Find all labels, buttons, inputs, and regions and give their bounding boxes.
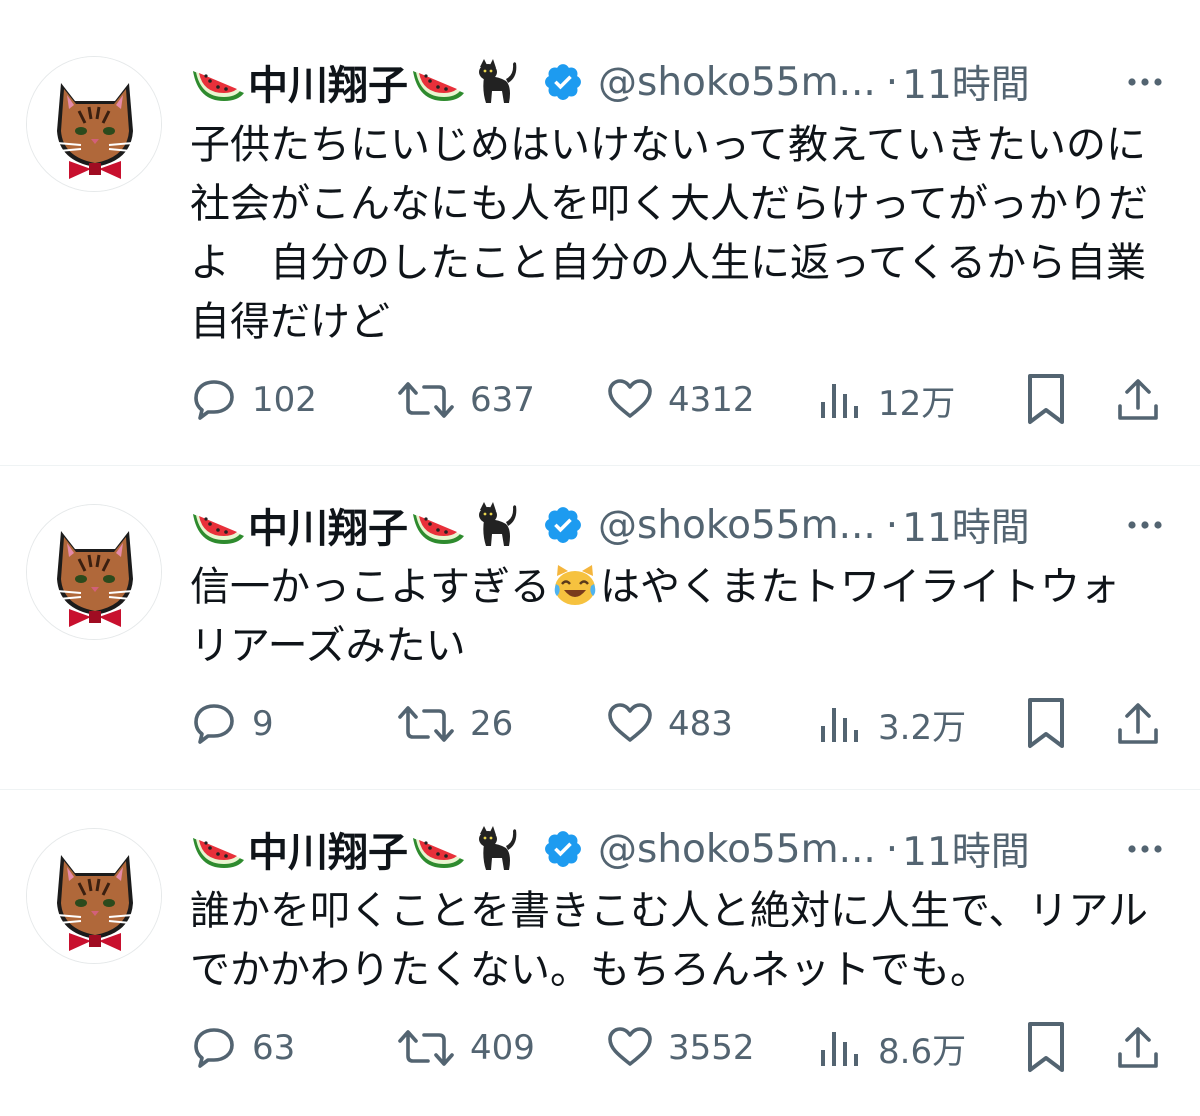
share-button[interactable]	[1114, 694, 1162, 754]
view-count: 8.6万	[878, 1031, 967, 1072]
retweet-icon	[396, 376, 456, 424]
more-options-icon[interactable]	[1118, 57, 1172, 107]
watermelon-emoji	[410, 500, 466, 550]
avatar[interactable]	[26, 828, 162, 964]
timestamp[interactable]: 11時間	[902, 821, 1030, 877]
like-count: 3552	[668, 1028, 755, 1068]
retweet-icon	[396, 1024, 456, 1072]
reply-button[interactable]: 63	[190, 1018, 295, 1078]
heart-icon	[606, 1024, 654, 1072]
avatar[interactable]	[26, 56, 162, 192]
handle[interactable]: @shoko55m...	[598, 827, 876, 872]
views-icon	[816, 376, 864, 424]
tweet[interactable]: 中川翔子 @shoko55m... · 11時間 信一かっこよすぎる はやくまたト…	[0, 466, 1200, 790]
views-button[interactable]: 3.2万	[816, 694, 966, 754]
reply-icon	[190, 376, 238, 424]
reply-icon	[190, 700, 238, 748]
reply-button[interactable]: 102	[190, 370, 317, 430]
views-button[interactable]: 12万	[816, 370, 955, 430]
bookmark-icon	[1022, 696, 1070, 752]
watermelon-emoji	[410, 57, 466, 107]
timestamp[interactable]: 11時間	[902, 54, 1030, 110]
avatar[interactable]	[26, 504, 162, 640]
cat-avatar-icon	[27, 57, 162, 192]
bookmark-button[interactable]	[1022, 370, 1070, 430]
reply-count: 102	[252, 380, 317, 420]
tweet-header: 中川翔子 @shoko55m... · 11時間	[190, 822, 1180, 876]
view-count: 12万	[878, 383, 956, 424]
heart-icon	[606, 376, 654, 424]
separator-dot: ·	[885, 59, 899, 105]
reply-button[interactable]: 9	[190, 694, 274, 754]
retweet-icon	[396, 700, 456, 748]
share-icon	[1114, 1024, 1162, 1072]
display-name[interactable]: 中川翔子	[248, 496, 408, 554]
tweet[interactable]: 中川翔子 @shoko55m... · 11時間 誰かを叩くことを書きこむ人と絶…	[0, 790, 1200, 1116]
share-button[interactable]	[1114, 1018, 1162, 1078]
display-name[interactable]: 中川翔子	[248, 53, 408, 111]
reply-count: 9	[252, 704, 274, 744]
views-icon	[816, 700, 864, 748]
separator-dot: ·	[885, 826, 899, 872]
share-button[interactable]	[1114, 370, 1162, 430]
watermelon-emoji	[190, 57, 246, 107]
bookmark-icon	[1022, 372, 1070, 428]
tweet-text-part: 信一かっこよすぎる	[190, 564, 550, 610]
reply-icon	[190, 1024, 238, 1072]
action-bar: 9 26 483 3.2万	[0, 694, 1200, 754]
tweet[interactable]: 中川翔子 @shoko55m... · 11時間 子供たちにいじめはいけないって…	[0, 0, 1200, 466]
share-icon	[1114, 376, 1162, 424]
verified-badge-icon[interactable]	[542, 828, 584, 870]
separator-dot: ·	[885, 502, 899, 548]
views-icon	[816, 1024, 864, 1072]
bookmark-icon	[1022, 1020, 1070, 1076]
verified-badge-icon[interactable]	[542, 61, 584, 103]
view-count: 3.2万	[878, 707, 967, 748]
joy-cat-emoji	[550, 562, 600, 608]
retweet-count: 409	[470, 1028, 535, 1068]
watermelon-emoji	[190, 500, 246, 550]
tweet-text: 誰かを叩くことを書きこむ人と絶対に人生で、リアルでかかわりたくない。もちろんネッ…	[190, 888, 1148, 993]
action-bar: 63 409 3552 8.6万	[0, 1018, 1200, 1078]
tweet-text: 子供たちにいじめはいけないって教えていきたいのに社会がこんなにも人を叩く大人だら…	[190, 122, 1148, 345]
like-button[interactable]: 483	[606, 694, 733, 754]
like-button[interactable]: 4312	[606, 370, 755, 430]
verified-badge-icon[interactable]	[542, 504, 584, 546]
handle[interactable]: @shoko55m...	[598, 60, 876, 105]
like-count: 4312	[668, 380, 755, 420]
cat-avatar-icon	[27, 829, 162, 964]
retweet-button[interactable]: 26	[396, 694, 513, 754]
tweet-header: 中川翔子 @shoko55m... · 11時間	[190, 498, 1180, 552]
black-cat-emoji	[466, 57, 522, 107]
black-cat-emoji	[466, 500, 522, 550]
like-count: 483	[668, 704, 733, 744]
black-cat-emoji	[466, 824, 522, 874]
timestamp[interactable]: 11時間	[902, 497, 1030, 553]
tweet-header: 中川翔子 @shoko55m... · 11時間	[190, 55, 1180, 109]
bookmark-button[interactable]	[1022, 1018, 1070, 1078]
retweet-button[interactable]: 637	[396, 370, 535, 430]
tweet-text: 信一かっこよすぎる はやくまたトワイライトウォリアーズみたい	[190, 558, 1150, 676]
retweet-count: 26	[470, 704, 514, 744]
heart-icon	[606, 700, 654, 748]
reply-count: 63	[252, 1028, 296, 1068]
display-name[interactable]: 中川翔子	[248, 820, 408, 878]
bookmark-button[interactable]	[1022, 694, 1070, 754]
more-options-icon[interactable]	[1118, 500, 1172, 550]
watermelon-emoji	[410, 824, 466, 874]
more-options-icon[interactable]	[1118, 824, 1172, 874]
retweet-button[interactable]: 409	[396, 1018, 535, 1078]
handle[interactable]: @shoko55m...	[598, 503, 876, 548]
retweet-count: 637	[470, 380, 535, 420]
share-icon	[1114, 700, 1162, 748]
views-button[interactable]: 8.6万	[816, 1018, 966, 1078]
cat-avatar-icon	[27, 505, 162, 640]
watermelon-emoji	[190, 824, 246, 874]
action-bar: 102 637 4312 12万	[0, 370, 1200, 430]
like-button[interactable]: 3552	[606, 1018, 755, 1078]
